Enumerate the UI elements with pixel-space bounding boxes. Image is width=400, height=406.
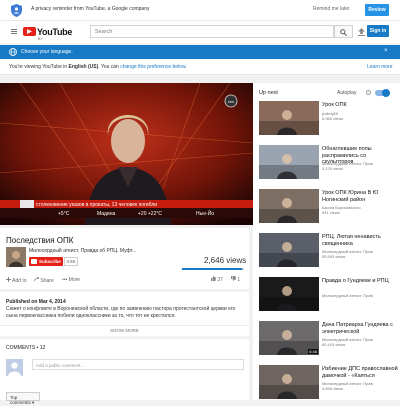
channel-watermark: ren [228,99,234,104]
view-count: 2,646 views [204,256,247,265]
temp-left: +5°C [58,211,70,217]
sign-in-button[interactable]: Sign in [367,25,389,37]
language-info-bar: You're viewing YouTube in English (US). … [0,59,400,75]
subscribe-label: Subscribe [39,259,61,264]
like-button[interactable]: 37 [211,276,223,283]
close-icon[interactable]: × [384,48,388,54]
autoplay-toggle[interactable] [375,89,390,97]
privacy-banner: A privacy reminder from YouTube, a Googl… [0,0,400,21]
dislike-count: 1 [237,277,241,283]
video-thumbnail[interactable] [259,145,319,179]
share-button[interactable]: Share [33,276,54,284]
choose-language-text[interactable]: Choose your language. [21,49,73,55]
language-bar: Choose your language. × [0,45,400,59]
share-label: Share [40,278,54,284]
shield-icon [11,4,22,17]
more-button[interactable]: ••• More [62,277,80,283]
privacy-text: A privacy reminder from YouTube, a Googl… [31,6,150,12]
video-thumbnail[interactable] [259,189,319,223]
video-thumbnail[interactable] [259,277,319,311]
video-info-card: Последствия ОПК Милосердный атеист. Прав… [0,228,249,289]
video-thumbnail[interactable] [259,101,319,135]
search-icon [340,29,347,36]
video-player[interactable]: ren столкновение указов в прокаты, 13 че… [0,83,253,225]
user-avatar [6,359,23,376]
youtube-logo-icon[interactable] [23,27,36,36]
sidebar: Up next Autoplay i Урок ОПК pollmy69 5,960… [253,83,400,400]
video-item-views: 55,993 views [322,254,346,259]
video-item-title[interactable]: Дача Патриарха Гундяева с электрической [322,322,398,335]
masthead: YouTube BY Search Sign in [0,21,400,43]
dislike-button[interactable]: 1 [231,276,240,283]
thumbs-down-icon [231,276,236,281]
thumbs-up-icon [211,276,216,281]
video-item-title[interactable]: РПЦ. Лютая ненависть священника [322,234,398,247]
add-to-label: Add to [12,278,27,284]
more-dots-icon: ••• [62,277,68,283]
video-item-title[interactable]: Избиение ДПС православной дамочкой - «Ка… [322,366,398,379]
sidebar-video-item[interactable]: Урок ОПК Юрина В Ю Ногинский район Школа … [259,189,399,229]
channel-name[interactable]: Милосердный атеист. Правда об РПЦ. Муфт.… [29,248,136,254]
video-item-channel: Милосердный атеист. Прав [322,293,373,298]
video-item-views: 5,960 views [322,115,344,121]
video-item-views: 4,695 views [322,386,344,391]
sidebar-video-item[interactable]: 6:46 Дача Патриарха Гундяева с электричес… [259,321,399,361]
add-to-button[interactable]: Add to [6,277,27,284]
video-duration: 6:46 [308,349,318,354]
plus-icon [6,277,11,282]
video-item-title[interactable]: Урок ОПК [322,102,398,109]
video-frame: ren столкновение указов в прокаты, 13 че… [0,83,253,225]
sidebar-video-item[interactable]: Правда о Гундяеве и РПЦ Милосердный атеис… [259,277,399,317]
youtube-icon [31,259,37,264]
show-more-button[interactable]: SHOW MORE [0,325,249,333]
like-ratio-fill [182,268,243,270]
video-item-views: 941 views [322,210,340,215]
temp-mid: +20 +22°C [138,211,162,217]
globe-icon [9,48,17,56]
video-item-title[interactable]: Правда о Гундяеве и РПЦ [322,278,398,285]
comment-input[interactable]: Add a public comment... [32,359,244,370]
comments-title: COMMENTS • 12 [6,345,46,351]
video-title: Последствия ОПК [6,236,74,245]
subscribe-button[interactable]: Subscribe [29,257,63,266]
video-thumbnail[interactable] [259,233,319,267]
up-next-heading: Up next [259,90,278,96]
published-date: Published on Mar 4, 2014 [6,299,66,305]
country-code: BY [38,37,43,41]
change-preference-link[interactable]: change this preference below [120,64,185,70]
language-info-text: You're viewing YouTube in English (US). … [9,64,187,70]
subscriber-count: 3.5K [64,257,78,266]
sidebar-video-item[interactable]: Обнаглевшие попы распрамились со скульпт… [259,145,399,185]
search-input[interactable]: Search [90,25,334,38]
video-thumbnail[interactable] [259,365,319,399]
share-icon [33,276,40,282]
sidebar-video-item[interactable]: Урок ОПК pollmy69 5,960 views [259,101,399,141]
video-item-views: 3,120 views [322,166,344,171]
like-count: 37 [217,277,223,283]
menu-icon[interactable] [11,29,17,34]
video-item-title[interactable]: Урок ОПК Юрина В Ю Ногинский район [322,190,398,203]
remind-later-link[interactable]: Remind me later [313,6,350,12]
ticker-text: столкновение указов в прокаты, 13 челове… [36,202,157,208]
autoplay-label: Autoplay [337,90,357,96]
city-right: Нью-Йо [196,209,214,217]
channel-avatar[interactable] [6,247,26,267]
more-label: More [68,277,81,283]
upload-icon[interactable] [357,28,366,36]
like-ratio-bar [182,268,244,270]
description-card: Published on Mar 4, 2014 Сюжет о конфлик… [0,292,249,336]
logo-text[interactable]: YouTube [37,27,72,37]
description-text: Сюжет о конфликте в Воронежской области,… [6,306,236,319]
learn-more-link[interactable]: Learn more [367,64,393,70]
sidebar-video-item[interactable]: Избиение ДПС православной дамочкой - «Ка… [259,365,399,405]
video-item-views: 80,415 views [322,342,346,347]
city-text: Мадина [97,211,115,217]
info-icon[interactable]: i [366,90,371,95]
sidebar-video-item[interactable]: РПЦ. Лютая ненависть священника Милосердн… [259,233,399,273]
search-button[interactable] [334,25,353,38]
review-button[interactable]: Review [365,4,389,16]
comments-card: COMMENTS • 12 Add a public comment... To… [0,339,249,405]
video-thumbnail[interactable]: 6:46 [259,321,319,355]
